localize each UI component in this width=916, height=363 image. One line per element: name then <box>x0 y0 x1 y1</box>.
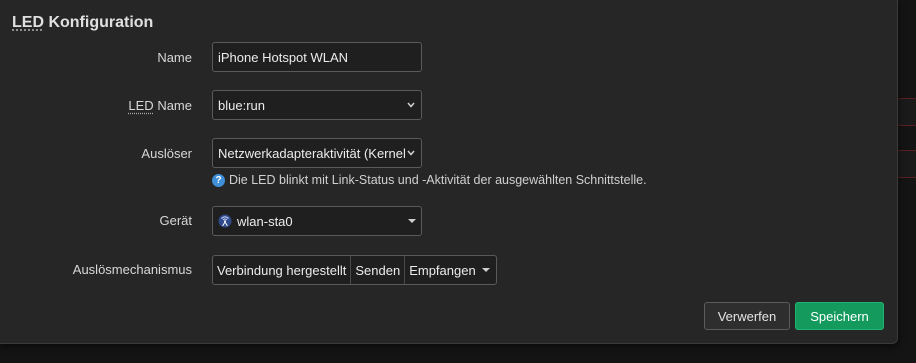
name-input[interactable]: iPhone Hotspot WLAN <box>212 42 422 72</box>
dialog-title-text: Konfiguration <box>44 14 154 31</box>
trigger-select-value: Netzwerkadapteraktivität (Kernel <box>218 145 406 161</box>
question-circle-icon: ? <box>212 173 225 187</box>
trigger-mechanism-label: Auslösmechanismus <box>72 262 192 277</box>
trigger-mechanism-option[interactable]: Senden <box>351 256 406 284</box>
cancel-button[interactable]: Verwerfen <box>704 302 790 330</box>
device-select-value: wlan-sta0 <box>237 213 293 229</box>
trigger-mechanism-option[interactable]: Verbindung hergestellt <box>213 256 352 284</box>
caret-down-icon[interactable] <box>481 268 490 272</box>
trigger-description: ? Die LED blinkt mit Link-Status und -Ak… <box>212 173 647 187</box>
save-button[interactable]: Speichern <box>795 302 884 330</box>
led-name-label: LED Name <box>0 98 192 113</box>
trigger-mechanism-option[interactable]: Empfangen <box>405 256 478 284</box>
trigger-description-text: Die LED blinkt mit Link-Status und -Akti… <box>229 173 647 187</box>
device-select[interactable]: wlan-sta0 <box>212 206 422 236</box>
led-name-select[interactable]: blue:run <box>212 90 422 120</box>
trigger-select[interactable]: Netzwerkadapteraktivität (Kernel <box>212 138 422 168</box>
led-name-select-value: blue:run <box>218 97 265 113</box>
led-name-label-abbr: LED <box>128 98 154 113</box>
chevron-down-icon <box>407 102 415 108</box>
name-input-value: iPhone Hotspot WLAN <box>218 49 349 65</box>
name-label: Name <box>157 50 192 65</box>
trigger-mechanism-multiselect[interactable]: Verbindung hergestellt Senden Empfangen <box>212 255 497 285</box>
dialog-title: LED Konfiguration <box>12 14 153 32</box>
dialog-title-abbr: LED <box>12 14 44 31</box>
background-field-edge <box>897 98 916 126</box>
trigger-label: Auslöser <box>141 146 192 161</box>
caret-down-icon <box>408 219 416 223</box>
led-configuration-dialog: LED Konfiguration Name iPhone Hotspot WL… <box>0 0 898 344</box>
device-label: Gerät <box>159 213 192 228</box>
chevron-down-icon <box>406 147 416 159</box>
wireless-antenna-icon <box>218 214 232 228</box>
background-field-edge <box>897 150 916 178</box>
led-name-label-text: Name <box>153 98 192 113</box>
